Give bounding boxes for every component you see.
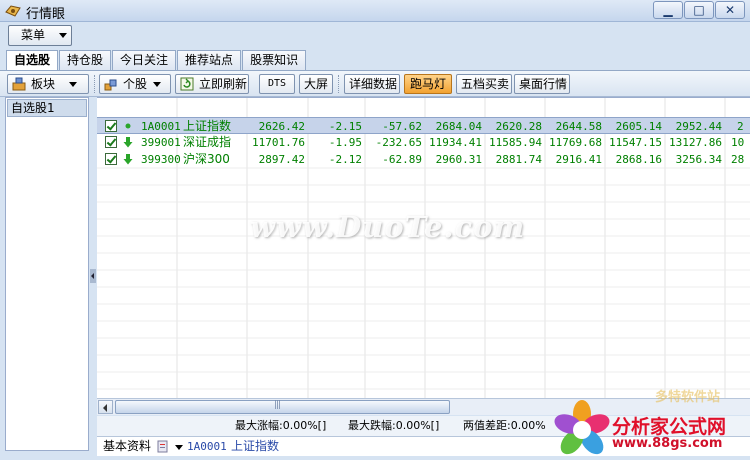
- value-1: 11934.41: [429, 136, 482, 149]
- tab-watchlist[interactable]: 自选股: [6, 50, 59, 71]
- table-row[interactable]: 399001 深证成指 11701.76 -1.95 -232.65 11934…: [97, 134, 750, 151]
- five-level-button[interactable]: 五档买卖: [456, 74, 512, 94]
- value-4: 11547.15: [609, 136, 662, 149]
- table-row[interactable]: 1A0001 上证指数 2626.42 -2.15 -57.62 2684.04…: [97, 117, 750, 134]
- change-pct: -1.95: [328, 136, 362, 149]
- stock-name: 沪深300: [183, 152, 230, 166]
- change-pct: -2.12: [328, 153, 362, 166]
- value-6: 2: [737, 120, 744, 133]
- close-button[interactable]: ✕: [715, 1, 745, 19]
- sector-label: 板块: [31, 77, 56, 91]
- value-3: 2644.58: [555, 120, 602, 133]
- status-stock-code: 1A0001: [187, 440, 227, 453]
- bigscreen-button[interactable]: 大屏: [299, 74, 333, 94]
- logo-title: 分析家公式网: [612, 416, 727, 438]
- stock-name: 深证成指: [183, 135, 232, 149]
- menu-dropdown-button[interactable]: 菜单: [8, 25, 72, 46]
- max-rise-stat: 最大涨幅:0.00%[]: [235, 419, 327, 432]
- chevron-down-icon: [59, 33, 67, 38]
- stock-icon: [104, 79, 117, 91]
- change-value: -62.89: [382, 153, 422, 166]
- corner-watermark: 多特软件站: [655, 390, 721, 405]
- maximize-button[interactable]: □: [684, 1, 714, 19]
- chevron-down-icon[interactable]: [175, 445, 183, 450]
- price: 2626.42: [258, 120, 305, 133]
- value-1: 2960.31: [435, 153, 482, 166]
- window-controls: ▁ □ ✕: [653, 1, 745, 19]
- refresh-button[interactable]: 立即刷新: [175, 74, 249, 94]
- logo-url: www.88gs.com: [612, 436, 723, 451]
- info-doc-icon[interactable]: [157, 440, 171, 453]
- value-4: 2605.14: [615, 120, 662, 133]
- value-3: 2916.41: [555, 153, 602, 166]
- value-6: 28: [731, 153, 745, 166]
- panel-splitter[interactable]: [90, 97, 96, 451]
- table-row[interactable]: 399300 沪深300 2897.42 -2.12 -62.89 2960.3…: [97, 151, 750, 168]
- value-5: 2952.44: [675, 120, 722, 133]
- marquee-button[interactable]: 跑马灯: [404, 74, 452, 94]
- main-tabs: 自选股 持仓股 今日关注 推荐站点 股票知识: [6, 50, 307, 71]
- row-checkbox[interactable]: [105, 136, 117, 148]
- app-eye-icon: [5, 5, 21, 17]
- value-2: 11585.94: [489, 136, 542, 149]
- scrollbar-thumb[interactable]: [115, 400, 450, 414]
- menu-label: 菜单: [21, 28, 46, 42]
- status-stock-name: 上证指数: [231, 439, 280, 453]
- refresh-icon: [180, 77, 194, 91]
- window-title: 行情眼: [26, 7, 66, 22]
- change-value: -232.65: [375, 136, 422, 149]
- dts-button[interactable]: DTS: [259, 74, 295, 94]
- menu-row: 菜单: [0, 22, 750, 50]
- toolbar: 板块 个股 立即刷新 DTS 大屏 详细数据 跑马灯 五档买卖 桌面行情: [0, 71, 750, 97]
- row-checkbox[interactable]: [105, 120, 117, 132]
- sector-dropdown[interactable]: 板块: [7, 74, 89, 94]
- watchlist-group-panel: 自选股1: [5, 97, 89, 451]
- tab-stock-knowledge[interactable]: 股票知识: [242, 50, 307, 70]
- value-6: 10: [731, 136, 745, 149]
- flat-indicator-icon: [125, 123, 131, 129]
- down-arrow-icon: [123, 154, 133, 165]
- desktop-quotes-button[interactable]: 桌面行情: [514, 74, 570, 94]
- toolbar-separator: [94, 75, 96, 93]
- quote-grid: 1A0001 上证指数 2626.42 -2.15 -57.62 2684.04…: [97, 97, 750, 398]
- value-1: 2684.04: [435, 120, 482, 133]
- value-4: 2868.16: [615, 153, 662, 166]
- down-arrow-icon: [123, 137, 133, 148]
- chevron-down-icon: [153, 82, 162, 87]
- stock-name: 上证指数: [183, 119, 232, 133]
- stock-code: 399300: [141, 153, 181, 166]
- minimize-button[interactable]: ▁: [653, 1, 683, 19]
- collapse-arrow-icon[interactable]: [90, 269, 96, 283]
- detail-data-button[interactable]: 详细数据: [344, 74, 400, 94]
- value-5: 3256.34: [675, 153, 722, 166]
- sector-icon: [12, 77, 26, 91]
- basic-info-label: 基本资料: [103, 439, 152, 453]
- stock-dropdown[interactable]: 个股: [99, 74, 171, 94]
- price: 11701.76: [252, 136, 305, 149]
- toolbar-separator: [338, 75, 340, 93]
- tab-recommended-sites[interactable]: 推荐站点: [177, 50, 242, 70]
- price: 2897.42: [258, 153, 305, 166]
- chevron-down-icon: [69, 82, 78, 87]
- tab-today-focus[interactable]: 今日关注: [112, 50, 177, 70]
- value-3: 11769.68: [549, 136, 602, 149]
- row-checkbox[interactable]: [105, 153, 117, 165]
- stock-label: 个股: [123, 77, 148, 91]
- stock-code: 1A0001: [141, 120, 181, 133]
- value-2: 2881.74: [495, 153, 542, 166]
- stock-code: 399001: [141, 136, 181, 149]
- watermark-text: www.DuoTe.com: [250, 210, 526, 244]
- value-2: 2620.28: [495, 120, 542, 133]
- tab-holdings[interactable]: 持仓股: [59, 50, 112, 70]
- change-value: -57.62: [382, 120, 422, 133]
- title-bar: 行情眼 ▁ □ ✕: [0, 0, 750, 22]
- scroll-left-arrow-icon[interactable]: [98, 400, 113, 414]
- refresh-label: 立即刷新: [199, 77, 248, 91]
- watchlist-group-item[interactable]: 自选股1: [7, 99, 87, 117]
- max-fall-stat: 最大跌幅:0.00%[]: [348, 419, 440, 432]
- change-pct: -2.15: [328, 120, 362, 133]
- spread-stat: 两值差距:0.00%: [463, 419, 546, 432]
- value-5: 13127.86: [669, 136, 722, 149]
